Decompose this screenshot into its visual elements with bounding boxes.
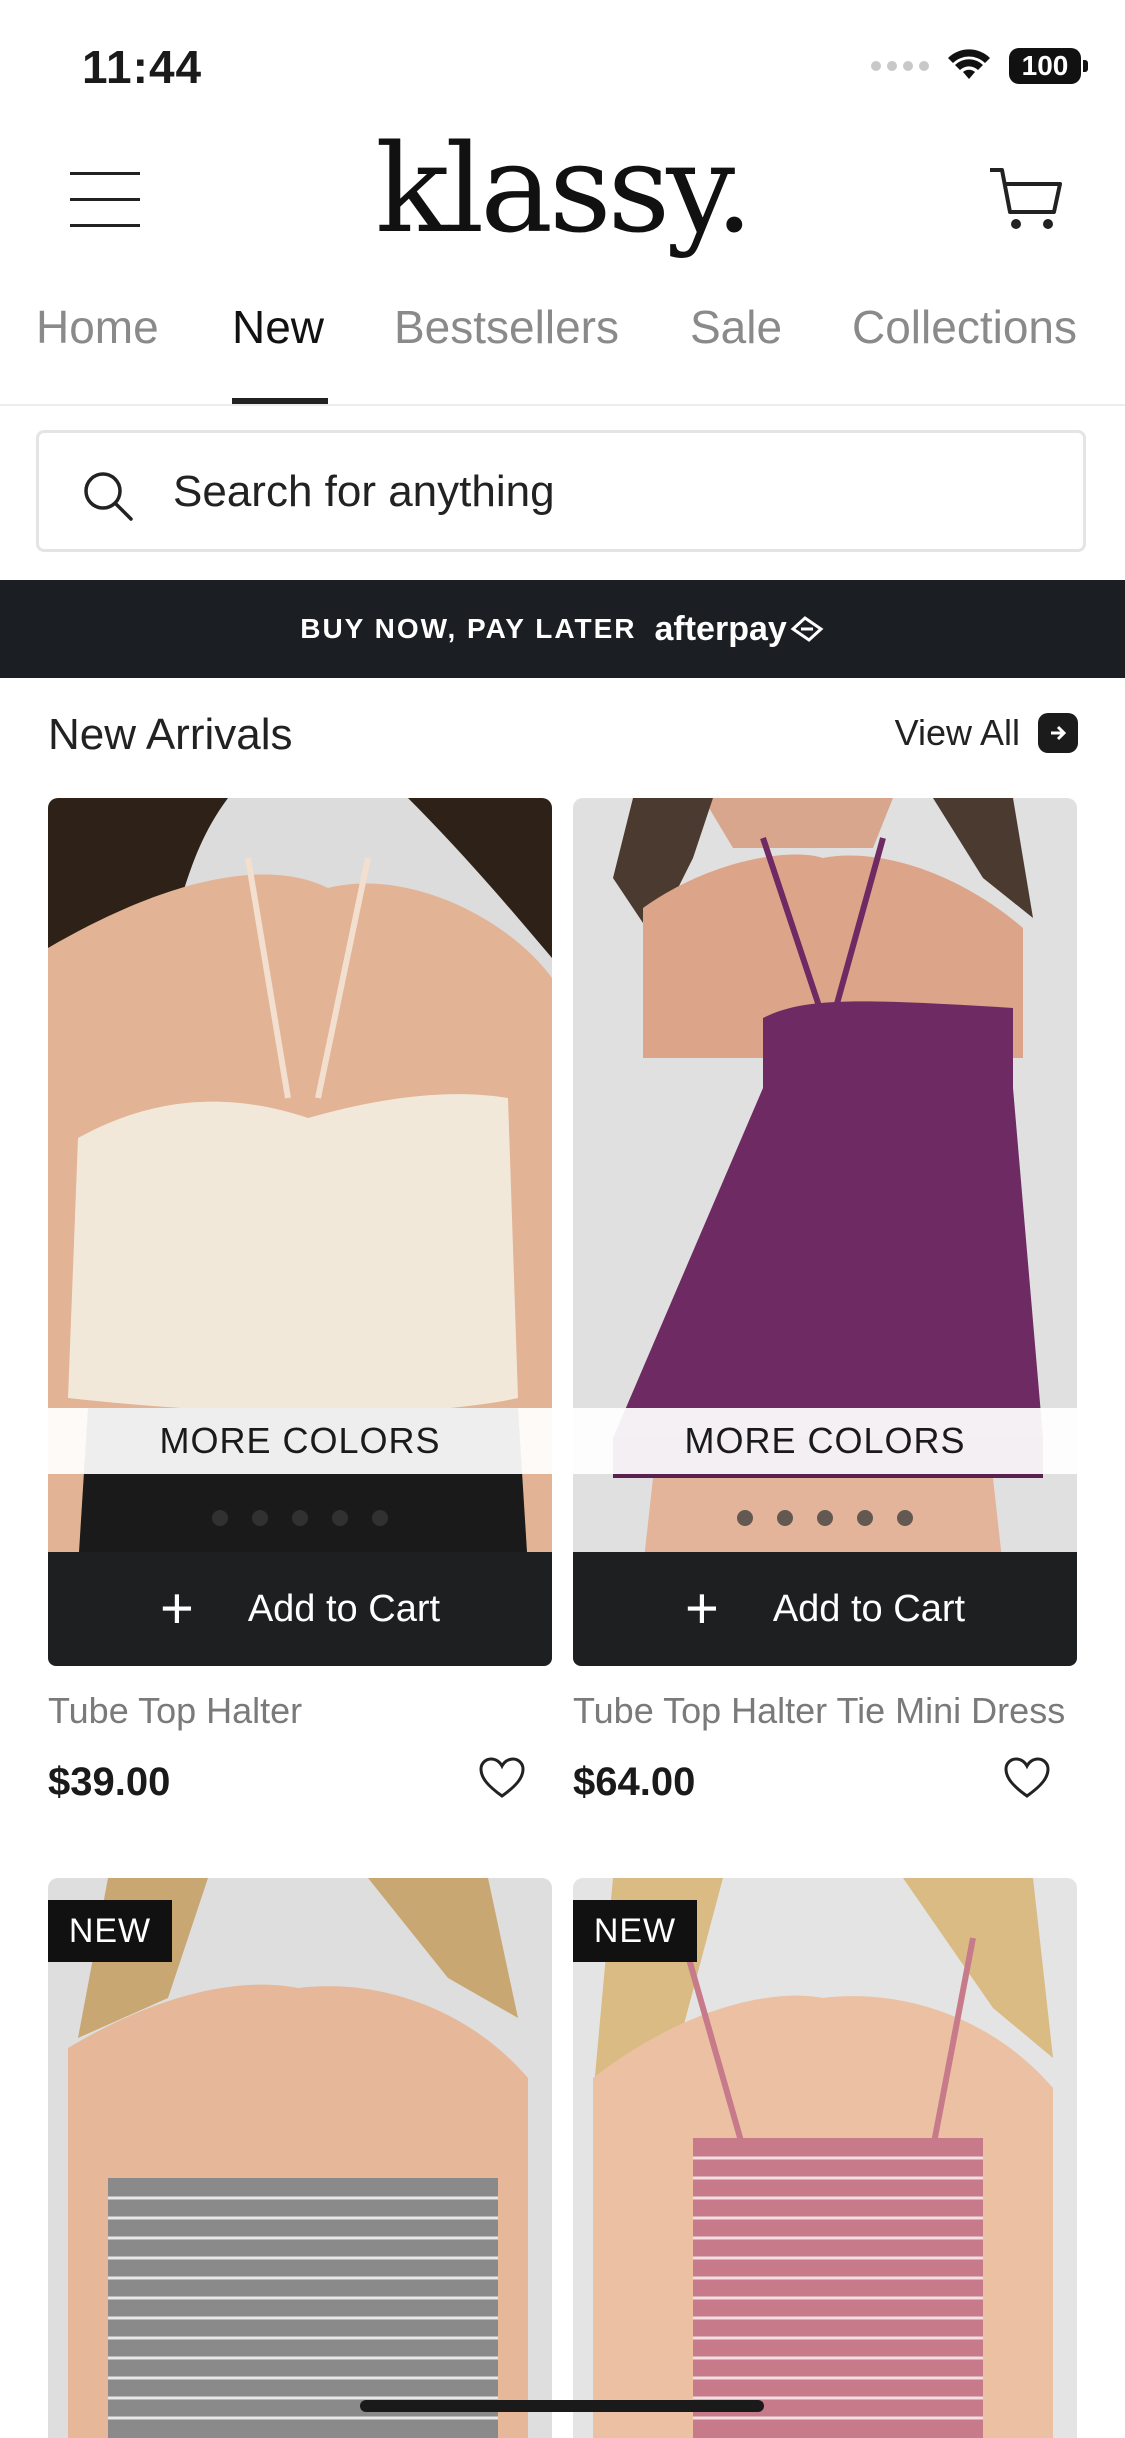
brand-logo[interactable]: klassy. (0, 128, 1125, 250)
heart-icon[interactable] (478, 1756, 526, 1800)
product-image[interactable] (48, 1878, 552, 2438)
active-tab-indicator (232, 398, 328, 404)
tab-sale[interactable]: Sale (690, 300, 782, 354)
product-name[interactable]: Tube Top Halter Tie Mini Dress (573, 1690, 1065, 1732)
promo-text: BUY NOW, PAY LATER (300, 613, 637, 644)
more-colors-label[interactable]: MORE COLORS (48, 1408, 552, 1474)
image-pagination-dots (573, 1510, 1077, 1526)
search-icon (84, 472, 133, 521)
new-badge: NEW (48, 1900, 172, 1962)
new-arrivals-header: New Arrivals View All (48, 706, 1078, 766)
section-title: New Arrivals (48, 710, 293, 759)
product-card[interactable]: NEW (573, 1878, 1077, 2438)
product-price: $64.00 (573, 1760, 696, 1804)
product-image[interactable] (573, 1878, 1077, 2438)
add-to-cart-button[interactable]: + Add to Cart (573, 1552, 1077, 1666)
tab-new[interactable]: New (232, 300, 324, 354)
cellular-signal-icon (871, 61, 929, 71)
app-header: klassy. (0, 120, 1125, 280)
category-tabs: Home New Bestsellers Sale Collections (0, 280, 1125, 406)
product-image[interactable]: MORE COLORS (573, 798, 1077, 1568)
wifi-icon (948, 49, 990, 79)
product-name[interactable]: Tube Top Halter (48, 1690, 302, 1732)
cart-icon[interactable] (986, 160, 1066, 240)
product-card[interactable]: NEW (48, 1878, 552, 2438)
product-image[interactable]: MORE COLORS (48, 798, 552, 1568)
more-colors-label[interactable]: MORE COLORS (573, 1408, 1077, 1474)
home-indicator (360, 2400, 764, 2412)
tab-home[interactable]: Home (36, 300, 159, 354)
afterpay-banner[interactable]: BUY NOW, PAY LATER afterpay (0, 580, 1125, 678)
view-all-link[interactable]: View All (895, 712, 1078, 754)
afterpay-arrows-icon (790, 616, 824, 642)
image-pagination-dots (48, 1510, 552, 1526)
new-badge: NEW (573, 1900, 697, 1962)
product-price: $39.00 (48, 1760, 171, 1804)
afterpay-logo: afterpay (654, 609, 787, 648)
status-time: 11:44 (82, 41, 203, 93)
arrow-right-icon (1038, 713, 1078, 753)
plus-icon: + (684, 1576, 719, 1641)
plus-icon: + (159, 1576, 194, 1641)
search-placeholder: Search for anything (173, 467, 555, 516)
status-icons: 100 (871, 48, 1088, 84)
add-to-cart-label: Add to Cart (247, 1587, 441, 1630)
add-to-cart-label: Add to Cart (772, 1587, 966, 1630)
add-to-cart-button[interactable]: + Add to Cart (48, 1552, 552, 1666)
battery-icon: 100 (1009, 48, 1088, 84)
heart-icon[interactable] (1003, 1756, 1051, 1800)
view-all-label: View All (894, 712, 1020, 753)
tab-collections[interactable]: Collections (852, 300, 1077, 354)
status-bar: 11:44 100 (0, 0, 1125, 120)
tab-bestsellers[interactable]: Bestsellers (394, 300, 619, 354)
search-input[interactable]: Search for anything (36, 430, 1086, 552)
